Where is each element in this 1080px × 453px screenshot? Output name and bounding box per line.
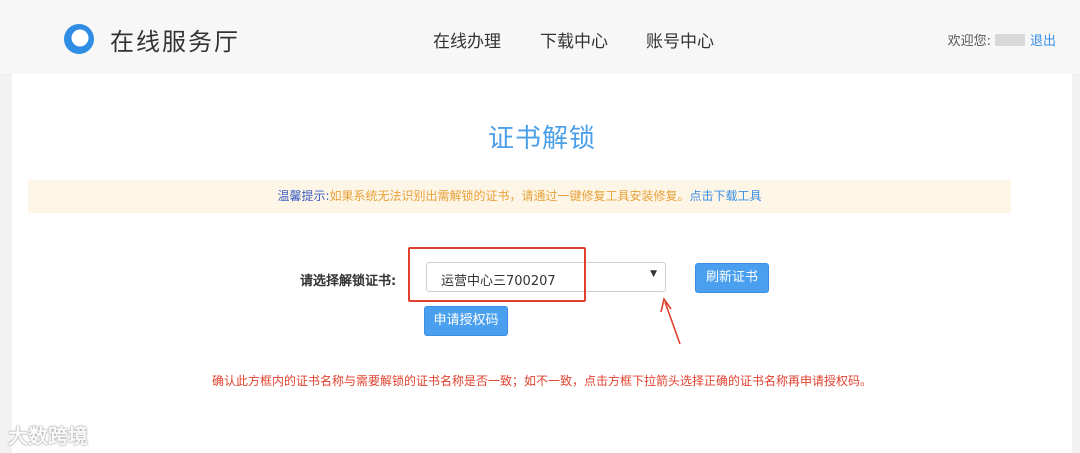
- annotation-arrow-icon: [660, 297, 681, 345]
- logout-link[interactable]: 退出: [1030, 34, 1056, 49]
- page-title: 证书解锁: [487, 124, 596, 154]
- user-welcome: 欢迎您: 退出: [948, 30, 1056, 49]
- main-card: 证书解锁 温馨提示:如果系统无法识别出需解锁的证书，请通过一键修复工具安装修复。…: [12, 74, 1072, 453]
- logo-icon: [64, 24, 94, 54]
- welcome-label: 欢迎您:: [947, 34, 991, 49]
- tip-label: 温馨提示:: [277, 189, 330, 203]
- nav-item-download-center[interactable]: 下载中心: [540, 27, 608, 52]
- username-masked: [994, 34, 1025, 46]
- brand-title: 在线服务厅: [110, 28, 240, 56]
- tip-banner: 温馨提示:如果系统无法识别出需解锁的证书，请通过一键修复工具安装修复。点击下载工…: [28, 180, 1011, 213]
- warning-note: 确认此方框内的证书名称与需要解锁的证书名称是否一致；如不一致，点击方框下拉箭头选…: [211, 374, 872, 388]
- tip-text: 如果系统无法识别出需解锁的证书，请通过一键修复工具安装修复。: [329, 189, 690, 203]
- top-header: 在线服务厅 在线办理 下载中心 账号中心 欢迎您: 退出: [0, 0, 1080, 75]
- refresh-certificate-button[interactable]: 刷新证书: [695, 263, 769, 293]
- nav-item-online-service[interactable]: 在线办理: [433, 27, 501, 52]
- nav-item-account-center[interactable]: 账号中心: [646, 27, 714, 52]
- watermark-logo: 大数跨境: [8, 424, 88, 448]
- apply-auth-code-button[interactable]: 申请授权码: [424, 306, 508, 336]
- annotation-highlight-box: [408, 247, 586, 302]
- certificate-select-label: 请选择解锁证书:: [300, 274, 397, 289]
- chevron-down-icon[interactable]: ▼: [650, 269, 657, 279]
- download-tool-link[interactable]: 点击下载工具: [690, 189, 762, 203]
